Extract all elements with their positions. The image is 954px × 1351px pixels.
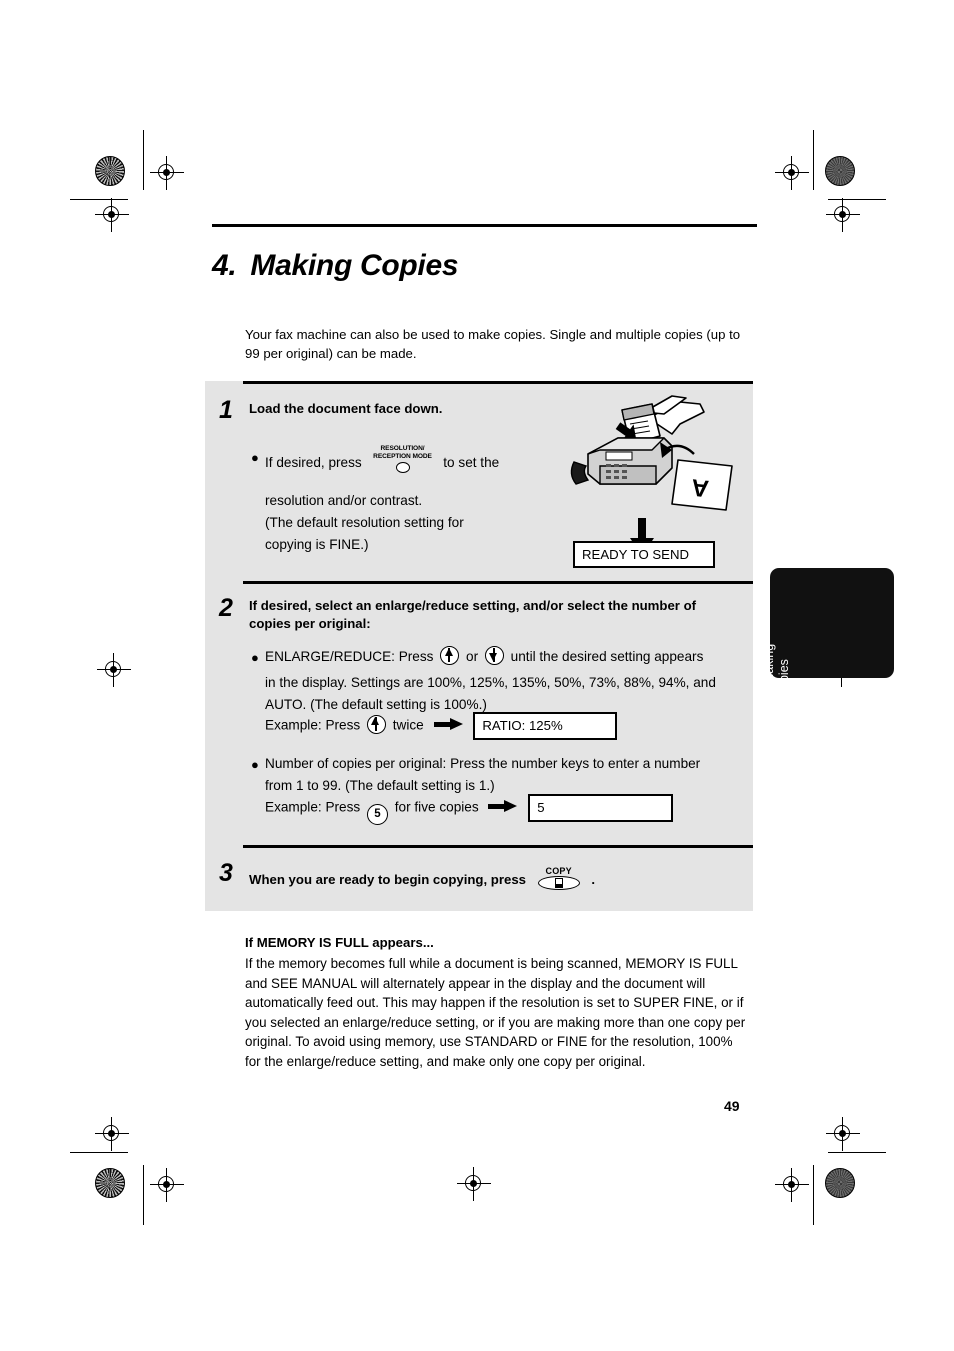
crop-line-br-vert — [813, 1165, 814, 1225]
step-1-bullet-tail: to set the — [443, 455, 500, 470]
registration-mark-bottom-center — [457, 1167, 491, 1201]
step-2-example-1: Example: Press twice RATIO: 125% — [265, 712, 618, 740]
crop-line-bl-horz — [70, 1152, 128, 1153]
rosette-mark-bottom-right — [825, 1168, 855, 1198]
intro-paragraph: Your fax machine can also be used to mak… — [245, 327, 741, 361]
enlarge-reduce-tail: until the desired setting appears — [510, 649, 704, 664]
step-2-heading: If desired, select an enlarge/reduce set… — [249, 597, 749, 633]
step-2-number: 2 — [219, 594, 233, 622]
up-arrow-key[interactable] — [440, 646, 460, 665]
manual-page: 4. Making Copies Your fax machine can als… — [0, 0, 954, 1351]
step-1-number: 1 — [219, 396, 233, 424]
example-1-mid: twice — [392, 717, 424, 733]
registration-mark-bottom-right-upper — [826, 1117, 860, 1151]
step-2-bullet-2-marker: ● — [251, 757, 259, 772]
step-1-bullet-cont: resolution and/or contrast. (The default… — [265, 490, 555, 556]
svg-text:A: A — [690, 473, 710, 502]
step-separator-1 — [243, 381, 753, 384]
step-3-number: 3 — [219, 859, 233, 887]
crop-line-br-horz — [828, 1152, 886, 1153]
registration-mark-top-right-outer — [826, 198, 860, 232]
chapter-side-tab: 4. Making Copies — [762, 568, 894, 698]
step-2-heading-line2: copies per original: — [249, 616, 371, 631]
resolution-button-label: RESOLUTION/RECEPTION MODE — [370, 445, 436, 460]
crop-line-tr-vert — [813, 130, 814, 190]
side-tab-line2: Copies — [777, 659, 791, 698]
registration-mark-top-right-inner — [775, 156, 809, 190]
registration-mark-bottom-right-lower — [775, 1168, 809, 1202]
enlarge-reduce-lead: ENLARGE/REDUCE: Press — [265, 649, 434, 664]
registration-mark-mid-left — [97, 653, 131, 687]
registration-mark-top-left-inner — [150, 156, 184, 190]
step-1-cont-line2: (The default resolution setting for — [265, 515, 464, 530]
step-1-cont-line3: copying is FINE.) — [265, 537, 369, 552]
step-1-bullet-lead: If desired, press — [265, 455, 362, 470]
down-arrow-key[interactable] — [484, 646, 504, 665]
copies-line-1: Number of copies per original: Press the… — [265, 756, 701, 771]
example-1-lead: Example: Press — [265, 717, 361, 733]
up-arrow-key-example[interactable] — [366, 714, 386, 734]
step-2-bullet-2: Number of copies per original: Press the… — [265, 753, 750, 797]
resolution-reception-mode-button[interactable]: RESOLUTION/RECEPTION MODE — [370, 445, 436, 473]
result-arrow-icon — [433, 717, 464, 730]
copy-sheet-icon — [554, 878, 563, 888]
copy-button[interactable]: COPY — [534, 864, 584, 892]
step-1-bullet-line1: If desired, press RESOLUTION/RECEPTION M… — [265, 445, 555, 474]
display-ready-to-send: READY TO SEND — [573, 541, 715, 568]
step-2-bullet-1-cont: in the display. Settings are 100%, 125%,… — [265, 672, 750, 716]
crop-line-tl-vert — [143, 130, 144, 190]
memory-note-body: If the memory becomes full while a docum… — [245, 956, 746, 1069]
step-2-heading-line1: If desired, select an enlarge/reduce set… — [249, 598, 697, 613]
step-3-heading-period: . — [591, 872, 596, 887]
side-tab-text: 4. Making Copies — [762, 588, 792, 698]
step-separator-3 — [243, 845, 753, 848]
result-arrow-icon-2 — [488, 799, 518, 812]
example-2-mid: for five copies — [394, 799, 479, 815]
page-number: 49 — [724, 1098, 740, 1114]
step-1-bullet-marker: ● — [251, 450, 259, 465]
crop-line-bl-vert — [143, 1165, 144, 1225]
rosette-mark-top-left — [95, 156, 125, 186]
chapter-title-text: Making Copies — [250, 249, 459, 282]
number-key-5[interactable]: 5 — [366, 803, 388, 825]
step-1-heading: Load the document face down. — [249, 401, 443, 416]
step-2-example-2: Example: Press 5 for five copies 5 — [265, 794, 674, 825]
registration-mark-top-left-outer — [95, 198, 129, 232]
example-2-lead: Example: Press — [265, 799, 361, 815]
rosette-mark-bottom-left — [95, 1168, 125, 1198]
step-3-heading-text: When you are ready to begin copying, pre… — [249, 872, 526, 887]
step-1-cont-line1: resolution and/or contrast. — [265, 493, 423, 508]
chapter-top-rule — [212, 224, 757, 227]
chapter-number: 4. — [212, 249, 237, 282]
settings-line-1: in the display. Settings are 100%, 125%,… — [265, 675, 716, 690]
resolution-label-line1: RESOLUTION/ — [380, 445, 425, 452]
oval-key-icon — [395, 462, 410, 473]
display-ratio: RATIO: 125% — [473, 712, 618, 740]
registration-mark-bottom-left-lower — [150, 1168, 184, 1202]
enlarge-reduce-or: or — [466, 649, 479, 664]
memory-note-title: If MEMORY IS FULL appears... — [245, 935, 434, 950]
step-2-bullet-1-marker: ● — [251, 650, 259, 665]
rosette-mark-top-right — [825, 156, 855, 186]
step-3-heading: When you are ready to begin copying, pre… — [249, 864, 709, 892]
step-separator-2 — [243, 581, 753, 584]
display-copies: 5 — [528, 794, 674, 822]
resolution-label-line2: RECEPTION MODE — [373, 452, 432, 460]
side-tab-line1: 4. Making — [762, 643, 776, 698]
step-2-bullet-1: ENLARGE/REDUCE: Press or until the desir… — [265, 646, 750, 668]
page-title: 4. Making Copies — [212, 249, 459, 283]
registration-mark-bottom-left-upper — [95, 1117, 129, 1151]
